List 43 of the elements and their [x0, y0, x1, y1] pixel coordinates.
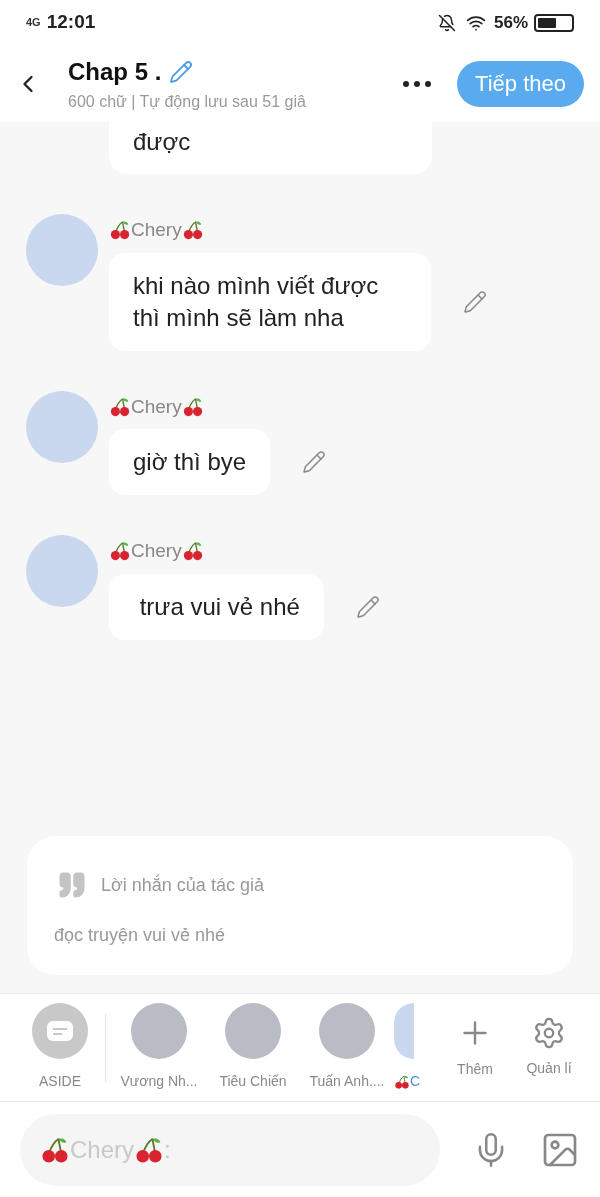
- battery-icon: [534, 13, 574, 32]
- edit-title-icon[interactable]: [169, 59, 194, 84]
- character-name: Chery: [131, 539, 182, 563]
- cherry-icon: [394, 1073, 410, 1090]
- aside-button[interactable]: [32, 1003, 88, 1059]
- edit-icon[interactable]: [355, 594, 380, 619]
- toolbar-button[interactable]: Thêm: [438, 1015, 512, 1080]
- message-bubble[interactable]: giờ thì bye: [109, 429, 271, 495]
- name-separator: :: [164, 1134, 171, 1165]
- cherry-icon: [109, 540, 131, 563]
- note-body: đọc truyện vui vẻ nhé: [54, 924, 227, 947]
- note-title: Lời nhắn của tác giả: [101, 873, 264, 897]
- message-icon: [47, 1021, 73, 1041]
- message-bubble[interactable]: được: [109, 122, 432, 174]
- toolbar-button[interactable]: Quản lí: [512, 1016, 586, 1079]
- character-name: Chery: [131, 394, 182, 419]
- battery-percent: 56%: [493, 11, 528, 34]
- chapter-subtitle: 600 chữ | Tự động lưu sau 51 giâ: [68, 91, 307, 112]
- character-name: Chery: [131, 218, 182, 242]
- more-button[interactable]: [403, 80, 432, 87]
- edit-icon[interactable]: [463, 289, 487, 314]
- avatar-placeholder[interactable]: [225, 1003, 281, 1059]
- character-label: Tuấn Anh....: [309, 1072, 385, 1091]
- cherry-icon: [109, 395, 131, 418]
- character-label: ASIDE: [39, 1072, 81, 1091]
- message-bubble[interactable]: trưa vui vẻ nhé: [109, 573, 324, 640]
- mute-icon: [437, 13, 456, 32]
- cherry-icon: [181, 540, 204, 563]
- network-label: 4G: [26, 15, 41, 31]
- avatar-placeholder[interactable]: [319, 1003, 375, 1059]
- character-label: Vương Nh...: [120, 1072, 198, 1091]
- character-label: Tiêu Chiến: [219, 1072, 287, 1091]
- clock-time: 12:01: [46, 10, 96, 35]
- message-bubble[interactable]: khi nào mình viết được thì mình sẽ làm nha: [109, 252, 431, 351]
- settings-icon: [532, 1016, 566, 1050]
- cherry-icon: [109, 219, 131, 242]
- quote-icon: [57, 870, 87, 900]
- edit-icon[interactable]: [302, 450, 327, 474]
- character-label: C: [410, 1072, 421, 1091]
- chapter-title: Chap 5 .: [68, 56, 162, 87]
- avatar-placeholder[interactable]: [131, 1003, 187, 1059]
- cherry-icon: [181, 395, 204, 418]
- cherry-icon: [181, 219, 204, 242]
